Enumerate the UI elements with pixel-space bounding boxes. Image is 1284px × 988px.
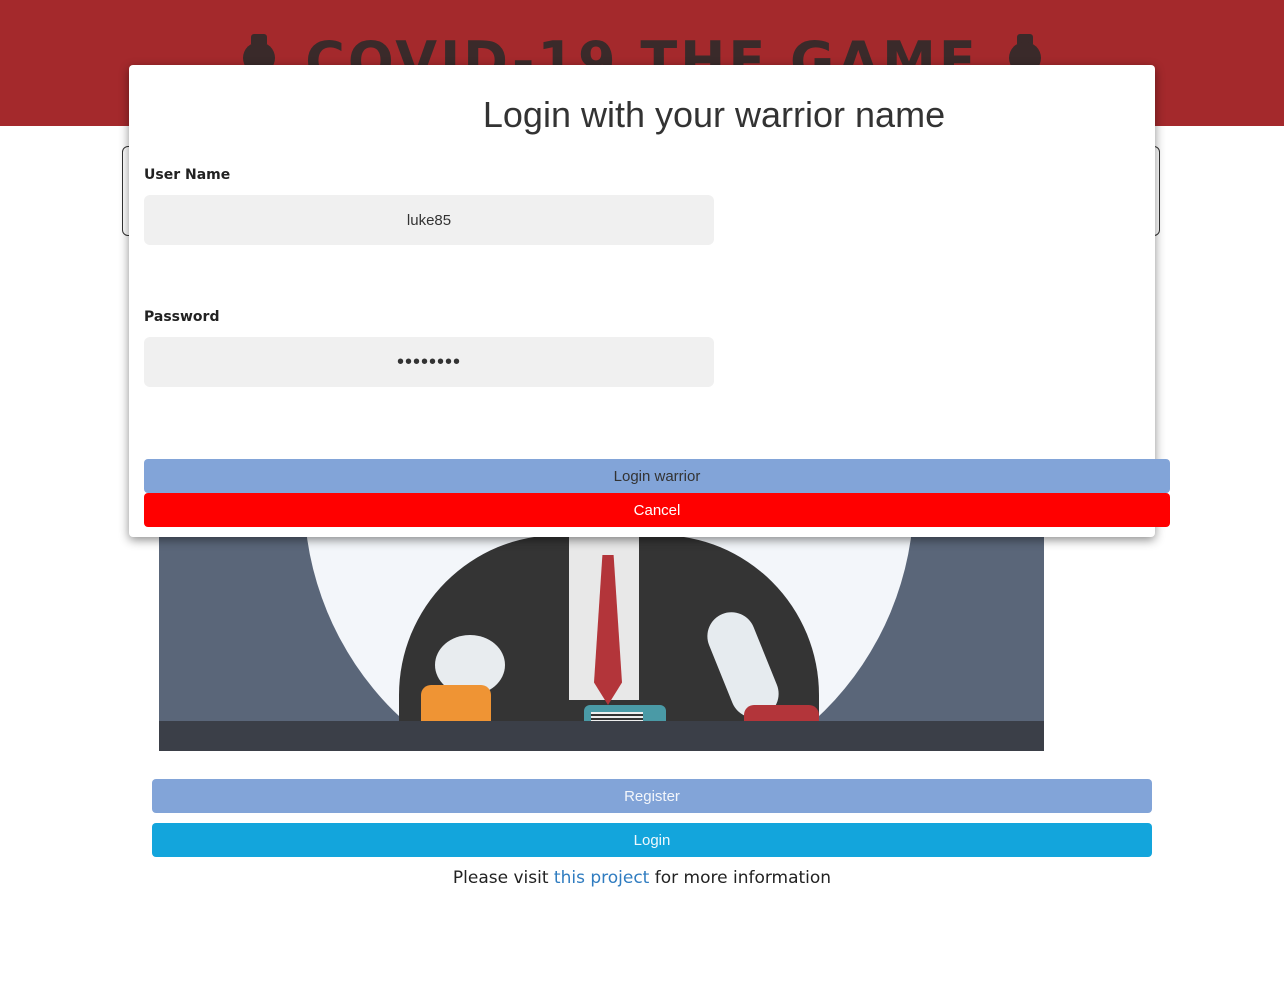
login-warrior-button[interactable]: Login warrior bbox=[144, 459, 1170, 493]
illustration-floor bbox=[159, 721, 1044, 751]
footer-prefix: Please visit bbox=[452, 868, 549, 888]
register-button[interactable]: Register bbox=[152, 779, 1152, 813]
username-input[interactable] bbox=[144, 195, 714, 245]
cancel-button[interactable]: Cancel bbox=[144, 493, 1170, 527]
password-label: Password bbox=[144, 309, 220, 325]
password-input[interactable]: •••••••• bbox=[144, 337, 714, 387]
project-link[interactable]: this project bbox=[554, 868, 649, 888]
modal-title: Login with your warrior name bbox=[482, 94, 946, 135]
footer-note: Please visit this project for more infor… bbox=[0, 868, 1284, 888]
login-button[interactable]: Login bbox=[152, 823, 1152, 857]
footer-suffix: for more information bbox=[654, 868, 832, 888]
username-label: User Name bbox=[144, 167, 231, 183]
